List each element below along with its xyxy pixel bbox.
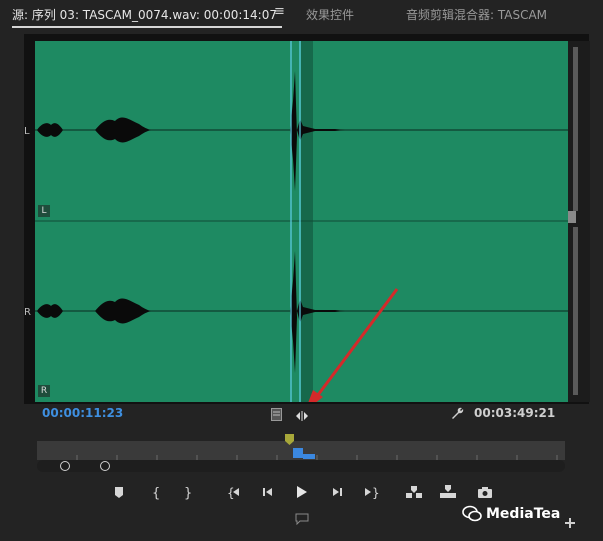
hamburger-icon[interactable]: ≡: [274, 4, 285, 19]
right-channel-label: R: [24, 307, 31, 318]
mark-out-icon[interactable]: }: [178, 484, 198, 500]
right-channel-badge: R: [38, 385, 50, 397]
in-out-range: [293, 448, 303, 458]
audio-meter: [568, 41, 590, 402]
tab-effect-controls[interactable]: 效果控件: [306, 6, 354, 23]
step-forward-icon[interactable]: [327, 484, 347, 500]
svg-text:}: }: [184, 486, 192, 500]
overwrite-icon[interactable]: [438, 484, 458, 500]
meter-bar-left: [573, 47, 578, 211]
svg-text:}: }: [372, 486, 380, 500]
tab-source-monitor[interactable]: 源: 序列 03: TASCAM_0074.wav: 00:00:14:07: [12, 6, 277, 23]
meter-bar-right: [573, 227, 578, 395]
svg-text:{: {: [152, 486, 160, 500]
step-back-icon[interactable]: [258, 484, 278, 500]
comment-icon[interactable]: [295, 510, 309, 529]
current-timecode[interactable]: 00:00:11:23: [42, 406, 123, 420]
marker-icon[interactable]: [109, 484, 129, 500]
watermark-text: MediaTea: [486, 506, 561, 522]
go-to-out-icon[interactable]: }: [361, 484, 381, 500]
meter-scroll-handle: [568, 211, 576, 223]
wrench-icon[interactable]: [450, 405, 464, 424]
play-icon[interactable]: [291, 484, 311, 500]
film-icon[interactable]: [271, 406, 282, 425]
plus-icon[interactable]: [564, 514, 576, 533]
playhead-marker[interactable]: [285, 430, 294, 449]
active-tab-underline: [12, 26, 282, 28]
zoom-handle-right[interactable]: [100, 461, 110, 471]
go-to-in-icon[interactable]: {: [224, 484, 244, 500]
left-channel-label: L: [24, 126, 30, 137]
tab-bar: 源: 序列 03: TASCAM_0074.wav: 00:00:14:07 ≡…: [0, 0, 603, 30]
insert-icon[interactable]: [404, 484, 424, 500]
in-out-range-tail: [303, 454, 315, 459]
camera-icon[interactable]: [475, 484, 495, 500]
tab-audio-clip-mixer[interactable]: 音频剪辑混合器: TASCAM: [406, 6, 547, 23]
svg-text:{: {: [227, 486, 235, 500]
audio-drag-icon[interactable]: [295, 407, 309, 426]
audio-waveform[interactable]: [35, 41, 568, 402]
left-channel-badge: L: [38, 205, 50, 217]
duration-timecode: 00:03:49:21: [474, 406, 556, 420]
zoom-scrollbar[interactable]: [37, 460, 565, 472]
time-ruler[interactable]: [37, 441, 565, 460]
wechat-icon: [462, 505, 482, 527]
mark-in-icon[interactable]: {: [146, 484, 166, 500]
zoom-handle-left[interactable]: [60, 461, 70, 471]
